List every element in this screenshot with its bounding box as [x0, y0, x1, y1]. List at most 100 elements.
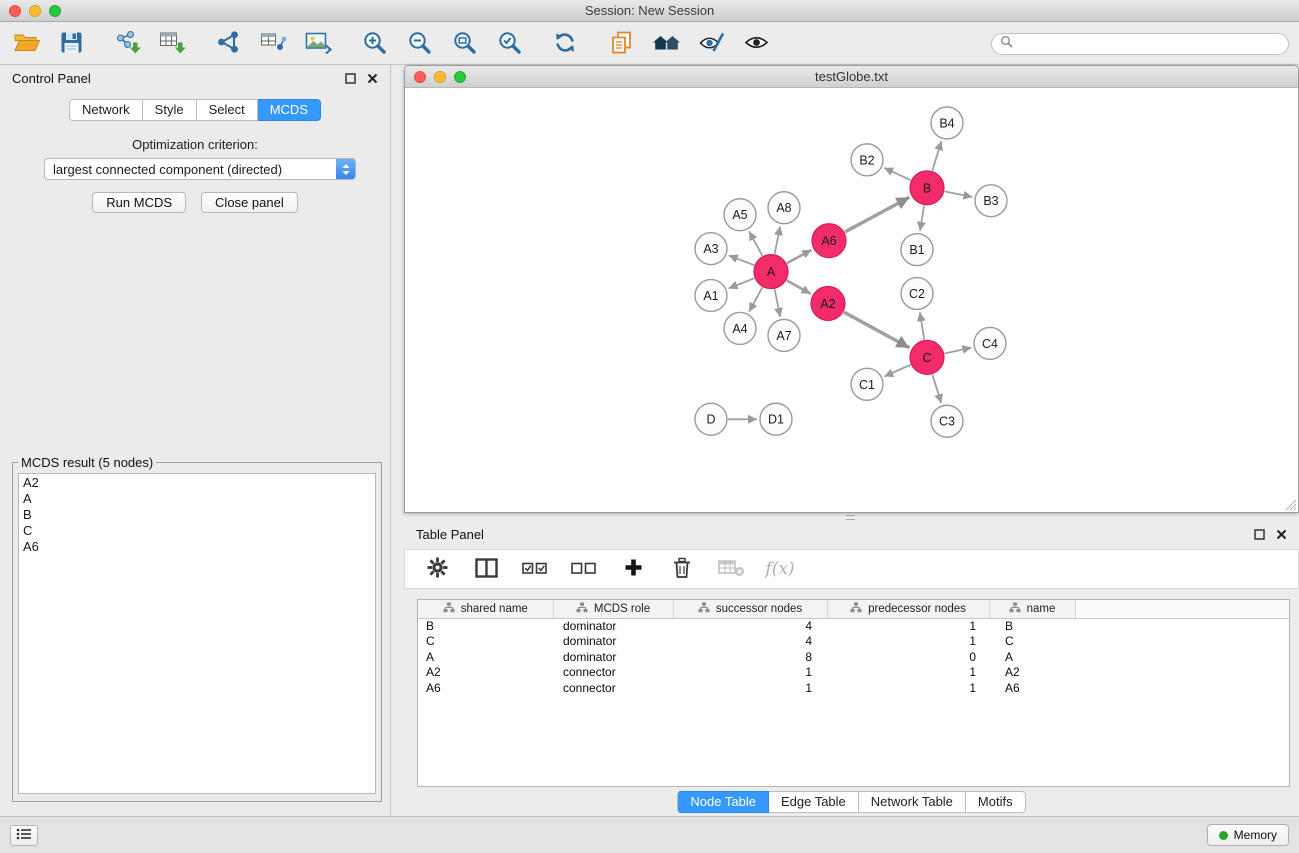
network-edge-C-C1[interactable] — [884, 365, 910, 377]
close-table-panel-icon[interactable] — [1276, 529, 1287, 540]
network-edge-C-C3[interactable] — [932, 375, 941, 404]
table-cell[interactable]: C — [418, 634, 553, 650]
table-cell[interactable]: A2 — [418, 665, 553, 681]
table-cell[interactable]: 1 — [673, 680, 827, 696]
table-cell[interactable]: B — [989, 618, 1075, 634]
resize-grip-icon[interactable] — [1285, 499, 1297, 511]
network-minimize-button[interactable] — [434, 71, 446, 83]
table-cell[interactable]: 4 — [673, 634, 827, 650]
network-canvas[interactable]: B4B2BB3A8A5A6A3B1AC2A1A2A4A7C4CC1DD1C3 — [405, 89, 1298, 512]
show-graphics-button[interactable] — [740, 28, 772, 60]
network-node-C1[interactable]: C1 — [851, 368, 883, 400]
memory-button[interactable]: Memory — [1207, 824, 1289, 846]
network-node-A8[interactable]: A8 — [768, 192, 800, 224]
network-node-D[interactable]: D — [695, 403, 727, 435]
table-cell[interactable]: 1 — [827, 618, 989, 634]
network-edge-A-A2[interactable] — [787, 280, 811, 293]
zoom-out-button[interactable] — [403, 28, 435, 60]
network-node-A[interactable]: A — [754, 255, 788, 289]
column-header-successor-nodes[interactable]: successor nodes — [673, 600, 827, 618]
search-input[interactable] — [1018, 36, 1280, 51]
table-row[interactable]: Adominator80A — [418, 649, 1289, 665]
table-cell[interactable]: A — [418, 649, 553, 665]
tab-network-table[interactable]: Network Table — [859, 791, 966, 813]
table-row[interactable]: A2connector11A2 — [418, 665, 1289, 681]
delete-button[interactable] — [666, 553, 698, 585]
settings-button[interactable] — [421, 553, 453, 585]
network-node-A1[interactable]: A1 — [695, 280, 727, 312]
zoom-in-button[interactable] — [358, 28, 390, 60]
open-button[interactable] — [10, 28, 42, 60]
table-row[interactable]: Cdominator41C — [418, 634, 1289, 650]
table-cell[interactable]: B — [418, 618, 553, 634]
network-edge-A6-B[interactable] — [845, 197, 910, 232]
tab-edge-table[interactable]: Edge Table — [769, 791, 859, 813]
network-edge-A-A4[interactable] — [749, 287, 762, 311]
network-node-C[interactable]: C — [910, 340, 944, 374]
table-cell[interactable]: connector — [553, 665, 673, 681]
network-node-A6[interactable]: A6 — [812, 224, 846, 258]
network-node-A2[interactable]: A2 — [811, 287, 845, 321]
network-node-C3[interactable]: C3 — [931, 405, 963, 437]
table-cell[interactable]: 0 — [827, 649, 989, 665]
search-field[interactable] — [991, 33, 1289, 55]
network-edge-C-C2[interactable] — [920, 312, 924, 339]
network-edge-A2-C[interactable] — [844, 312, 910, 348]
table-cell[interactable]: dominator — [553, 634, 673, 650]
tab-style[interactable]: Style — [143, 99, 197, 121]
mcds-result-item[interactable]: C — [23, 523, 371, 539]
mcds-result-list[interactable]: A2ABCA6 — [18, 473, 376, 794]
network-node-C2[interactable]: C2 — [901, 278, 933, 310]
tab-node-table[interactable]: Node Table — [677, 791, 769, 813]
network-edge-A-A3[interactable] — [729, 255, 755, 265]
optimization-select[interactable]: largest connected component (directed) — [44, 158, 356, 180]
run-mcds-button[interactable]: Run MCDS — [92, 192, 186, 213]
import-table-button[interactable] — [156, 28, 188, 60]
mcds-result-item[interactable]: A2 — [23, 475, 371, 491]
new-network-button[interactable] — [212, 28, 244, 60]
tab-select[interactable]: Select — [197, 99, 258, 121]
home-button[interactable] — [650, 28, 682, 60]
close-panel-icon[interactable] — [367, 73, 378, 84]
network-edge-C-C4[interactable] — [945, 347, 972, 353]
tab-network[interactable]: Network — [69, 99, 143, 121]
network-node-A3[interactable]: A3 — [695, 233, 727, 265]
delete-table-button[interactable] — [715, 553, 747, 585]
tab-motifs[interactable]: Motifs — [966, 791, 1026, 813]
network-zoom-button[interactable] — [454, 71, 466, 83]
network-edge-B-B1[interactable] — [920, 206, 924, 231]
columns-button[interactable] — [470, 553, 502, 585]
table-row[interactable]: A6connector11A6 — [418, 680, 1289, 696]
column-header-predecessor-nodes[interactable]: predecessor nodes — [827, 600, 989, 618]
add-button[interactable] — [617, 553, 649, 585]
import-network-button[interactable] — [111, 28, 143, 60]
zoom-selected-button[interactable] — [493, 28, 525, 60]
network-node-C4[interactable]: C4 — [974, 327, 1006, 359]
table-cell[interactable]: A6 — [418, 680, 553, 696]
network-close-button[interactable] — [414, 71, 426, 83]
network-node-B2[interactable]: B2 — [851, 144, 883, 176]
table-cell[interactable]: 8 — [673, 649, 827, 665]
table-row[interactable]: Bdominator41B — [418, 618, 1289, 634]
network-edge-B-B3[interactable] — [945, 191, 973, 197]
refresh-button[interactable] — [549, 28, 581, 60]
network-edge-B-B4[interactable] — [932, 141, 941, 171]
column-header-name[interactable]: name — [989, 600, 1075, 618]
table-cell[interactable]: dominator — [553, 649, 673, 665]
close-panel-button[interactable]: Close panel — [201, 192, 298, 213]
network-edge-A-A6[interactable] — [787, 250, 812, 263]
deselect-all-button[interactable] — [568, 553, 600, 585]
column-header-mcds-role[interactable]: MCDS role — [553, 600, 673, 618]
network-node-A4[interactable]: A4 — [724, 312, 756, 344]
style-preview-button[interactable] — [695, 28, 727, 60]
minimize-window-button[interactable] — [29, 5, 41, 17]
mcds-result-item[interactable]: B — [23, 507, 371, 523]
network-node-B3[interactable]: B3 — [975, 185, 1007, 217]
table-cell[interactable]: A2 — [989, 665, 1075, 681]
save-button[interactable] — [55, 28, 87, 60]
network-graph[interactable]: B4B2BB3A8A5A6A3B1AC2A1A2A4A7C4CC1DD1C3 — [405, 89, 1298, 512]
table-cell[interactable]: connector — [553, 680, 673, 696]
table-cell[interactable]: 4 — [673, 618, 827, 634]
network-node-A7[interactable]: A7 — [768, 319, 800, 351]
close-window-button[interactable] — [9, 5, 21, 17]
